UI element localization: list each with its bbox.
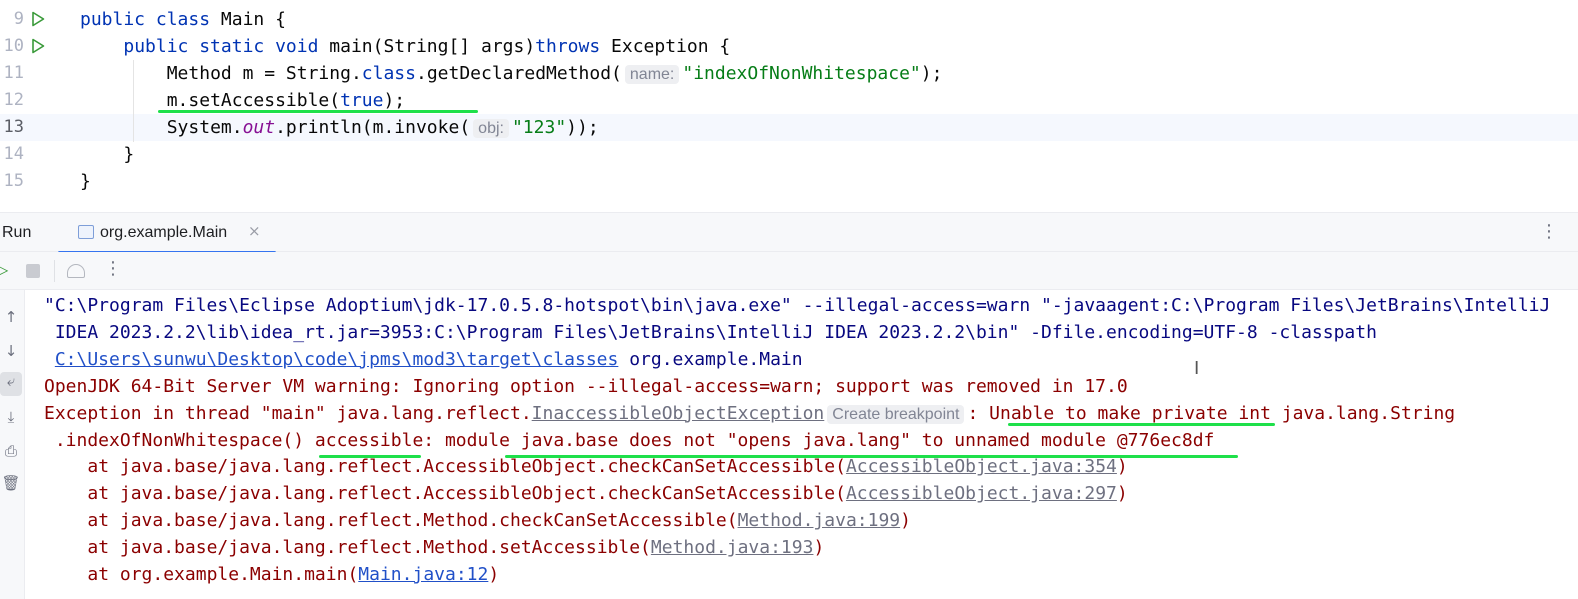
console-line: C:\Users\sunwu\Desktop\code\jpms\mod3\ta… — [55, 346, 803, 373]
annotation-underline — [158, 110, 478, 113]
code-token: Method m = String. — [166, 63, 362, 84]
code-token: Exception { — [611, 36, 731, 57]
code-token: ) — [1116, 483, 1128, 505]
more-options-icon[interactable]: ⋮ — [1540, 221, 1558, 242]
code-token: Main { — [220, 9, 286, 30]
indent-guide — [133, 60, 134, 142]
code-token: throws — [535, 36, 612, 57]
line-number: 10 — [3, 36, 24, 56]
console-line: at java.base/java.lang.reflect.Method.ch… — [87, 507, 911, 534]
console-line: OpenJDK 64-Bit Server VM warning: Ignori… — [44, 373, 1128, 400]
tab-label: org.example.Main — [100, 224, 228, 241]
line-number: 14 — [3, 144, 24, 164]
code-token: OpenJDK 64-Bit Server VM warning: Ignori… — [44, 375, 1128, 397]
close-tab-icon[interactable]: × — [248, 222, 261, 240]
code-token: ); — [920, 63, 943, 84]
code-token: "123" — [511, 117, 567, 138]
line-number: 11 — [3, 63, 24, 83]
run-tab-bar: Run org.example.Main × ⋮ — [0, 212, 1578, 254]
code-token: Exception in thread "main" java.lang.ref… — [44, 402, 532, 424]
code-token: at java.base/java.lang.reflect.Accessibl… — [87, 456, 846, 478]
tab-org-example-main[interactable]: org.example.Main × — [58, 213, 276, 254]
code-token: .getDeclaredMethod( — [415, 63, 622, 84]
console-output[interactable]: "C:\Program Files\Eclipse Adoptium\jdk-1… — [0, 290, 1578, 599]
code-token: m.setAccessible( — [166, 90, 341, 111]
console-line: "C:\Program Files\Eclipse Adoptium\jdk-1… — [44, 292, 1550, 319]
console-tab-icon — [78, 225, 94, 239]
rerun-icon[interactable]: ▷ — [0, 260, 8, 279]
code-token: : Unable to make private int java.lang.S… — [967, 402, 1456, 424]
code-token: ) — [813, 537, 825, 559]
code-token: } — [123, 144, 135, 165]
run-panel-title: Run — [2, 224, 32, 241]
console-line: IDEA 2023.2.2\lib\idea_rt.jar=3953:C:\Pr… — [55, 319, 1377, 346]
run-gutter-icon[interactable] — [31, 38, 45, 54]
code-token: .indexOfNonWhitespace() accessible: modu… — [54, 429, 1215, 451]
run-toolbar: ▷ ⋮ — [0, 252, 1578, 290]
toolbar-separator — [54, 260, 55, 282]
source-link[interactable]: Method.java:199 — [738, 510, 901, 531]
code-token: ); — [383, 90, 406, 111]
code-line: } — [123, 141, 134, 168]
source-link[interactable]: C:\Users\sunwu\Desktop\code\jpms\mod3\ta… — [55, 349, 619, 370]
code-line: public class Main { — [80, 6, 286, 33]
code-line: } — [80, 168, 91, 195]
toolbar-more-icon[interactable]: ⋮ — [104, 258, 122, 279]
code-token: } — [80, 171, 91, 192]
code-token: org.example.Main — [618, 348, 803, 370]
code-token: System. — [166, 117, 243, 138]
code-token: at java.base/java.lang.reflect.Method.ch… — [87, 510, 738, 532]
run-tool-window: Run org.example.Main × ⋮ ▷ ⋮ ↑ ↓ ⤶ ⤓ ⎙ 🗑… — [0, 212, 1578, 599]
code-token: "indexOfNonWhitespace" — [682, 63, 921, 84]
source-link[interactable]: Method.java:193 — [651, 537, 814, 558]
code-token: )); — [566, 117, 599, 138]
code-line: public static void main(String[] args)th… — [123, 33, 730, 60]
source-link[interactable]: AccessibleObject.java:297 — [846, 483, 1117, 504]
inlay-hint: Create breakpoint — [827, 404, 965, 424]
line-number: 13 — [3, 117, 24, 137]
code-token: ) — [900, 510, 911, 532]
annotation-underline — [1008, 423, 1275, 426]
console-line: at java.base/java.lang.reflect.Method.se… — [87, 534, 824, 561]
console-line: at java.base/java.lang.reflect.Accessibl… — [87, 480, 1127, 507]
code-line: Method m = String.class.getDeclaredMetho… — [166, 60, 943, 87]
code-token: IDEA 2023.2.2\lib\idea_rt.jar=3953:C:\Pr… — [54, 321, 1377, 343]
console-line: at org.example.Main.main(Main.java:12) — [87, 561, 499, 588]
code-token: class — [361, 63, 416, 84]
text-cursor-icon: I — [1194, 358, 1200, 379]
code-token: public static void — [123, 36, 330, 57]
code-token: public class — [80, 9, 221, 30]
console-line: .indexOfNonWhitespace() accessible: modu… — [55, 427, 1215, 454]
code-token: true — [340, 90, 384, 111]
line-number: 12 — [3, 90, 24, 110]
annotation-underline — [319, 455, 421, 458]
code-token: .println(m.invoke( — [275, 117, 471, 138]
run-gutter-icon[interactable] — [31, 11, 45, 27]
code-token: at java.base/java.lang.reflect.Method.se… — [87, 537, 651, 559]
source-link[interactable]: Main.java:12 — [358, 564, 488, 585]
code-token: out — [242, 117, 276, 138]
inlay-hint: obj: — [473, 119, 509, 138]
line-number: 15 — [3, 171, 24, 191]
code-token: "C:\Program Files\Eclipse Adoptium\jdk-1… — [44, 295, 1551, 316]
code-token: ) — [488, 564, 500, 585]
stop-icon[interactable] — [26, 264, 40, 278]
code-token: main(String[] args) — [329, 36, 536, 57]
inlay-hint: name: — [624, 65, 680, 84]
code-line: System.out.println(m.invoke(obj: "123")); — [167, 114, 599, 141]
line-number: 9 — [13, 9, 24, 29]
code-editor[interactable]: 9 public class Main { 10 public static void… — [0, 0, 1578, 212]
code-token: ) — [1116, 456, 1128, 478]
source-link[interactable]: AccessibleObject.java:354 — [846, 456, 1117, 477]
annotation-underline — [505, 455, 1238, 458]
code-token: at org.example.Main.main( — [87, 564, 359, 585]
code-token: at java.base/java.lang.reflect.Accessibl… — [87, 483, 846, 505]
profiler-gauge-icon[interactable] — [67, 264, 85, 278]
source-link[interactable]: InaccessibleObjectException — [532, 403, 825, 424]
